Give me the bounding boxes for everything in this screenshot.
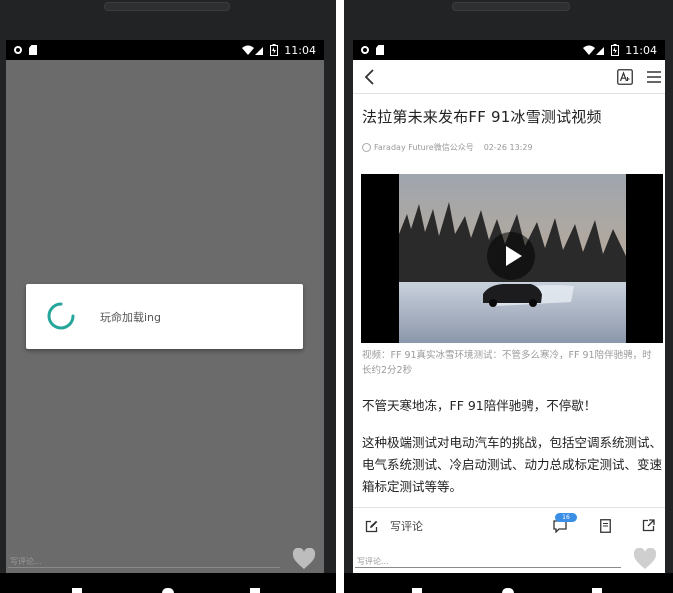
- home-nav-button[interactable]: [502, 588, 514, 593]
- play-button[interactable]: [487, 232, 535, 280]
- back-nav-button[interactable]: [72, 588, 82, 593]
- sd-card-icon: [29, 45, 37, 55]
- comment-underline: [8, 567, 280, 568]
- video-caption: 视频：FF 91真实冰雪环境测试：不管多么寒冷，FF 91陪伴驰骋，时长约2分2…: [362, 350, 652, 376]
- article-date: 02-26 13:29: [483, 143, 533, 152]
- bookmark-icon[interactable]: [600, 519, 611, 533]
- nav-bar: [0, 573, 336, 593]
- article-source[interactable]: Faraday Future微信公众号: [374, 142, 474, 153]
- signal-icon: [583, 45, 605, 55]
- article-meta: Faraday Future微信公众号 02-26 13:29: [362, 142, 533, 153]
- speaker-grille: [104, 2, 230, 11]
- home-nav-button[interactable]: [162, 588, 174, 593]
- battery-icon: [270, 44, 279, 56]
- comment-input[interactable]: 写评论...: [357, 556, 389, 567]
- article-paragraph: 不管天寒地冻，FF 91陪伴驰骋，不停歇！: [362, 398, 597, 413]
- comment-count-badge: 16: [555, 513, 577, 522]
- speaker-grille: [452, 2, 570, 11]
- menu-icon[interactable]: [646, 70, 662, 84]
- article-title: 法拉第未来发布FF 91冰雪测试视频: [362, 108, 602, 126]
- phone-frame-left: 11:04 玩命加载ing 写评论...: [0, 0, 336, 593]
- share-icon[interactable]: [642, 519, 655, 532]
- phone-frame-right: 11:04 法拉第未来发布FF 91冰雪测试视频 Faraday Future微…: [344, 0, 673, 593]
- nav-bar: [344, 573, 673, 593]
- video-player[interactable]: [361, 174, 663, 343]
- comment-underline: [355, 567, 621, 568]
- back-arrow-icon[interactable]: [362, 68, 378, 86]
- font-size-icon[interactable]: [617, 69, 633, 85]
- notification-dot-icon: [361, 46, 369, 54]
- sd-card-icon: [376, 45, 384, 55]
- clock: 11:04: [284, 43, 316, 57]
- notification-dot-icon: [14, 46, 22, 54]
- edit-icon[interactable]: [365, 520, 378, 533]
- loading-dialog: 玩命加载ing: [26, 284, 303, 349]
- app-screen-left: 玩命加载ing 写评论...: [6, 60, 324, 573]
- signal-icon: [242, 45, 264, 55]
- play-icon: [506, 246, 522, 266]
- loading-spinner-icon: [47, 302, 75, 330]
- app-screen-right: 法拉第未来发布FF 91冰雪测试视频 Faraday Future微信公众号 0…: [353, 60, 665, 573]
- source-logo-icon: [362, 143, 371, 152]
- heart-icon[interactable]: [633, 548, 657, 570]
- clock: 11:04: [625, 43, 657, 57]
- comment-bar: 写评论...: [353, 543, 665, 573]
- action-bar: 写评论 16: [353, 507, 665, 544]
- recents-nav-button[interactable]: [592, 588, 602, 593]
- battery-icon: [611, 44, 620, 56]
- comment-input[interactable]: 写评论...: [10, 556, 42, 567]
- status-bar: 11:04: [6, 40, 324, 60]
- heart-icon[interactable]: [292, 548, 316, 570]
- comment-bar: 写评论...: [6, 543, 324, 573]
- status-bar: 11:04: [353, 40, 665, 60]
- divider: [353, 93, 665, 94]
- article-paragraph: 这种极端测试对电动汽车的挑战，包括空调系统测试、电气系统测试、冷启动测试、动力总…: [362, 435, 663, 494]
- recents-nav-button[interactable]: [250, 588, 260, 593]
- loading-text: 玩命加载ing: [100, 311, 162, 324]
- back-nav-button[interactable]: [412, 588, 422, 593]
- top-bar: [353, 60, 665, 94]
- write-comment-button[interactable]: 写评论: [390, 518, 423, 534]
